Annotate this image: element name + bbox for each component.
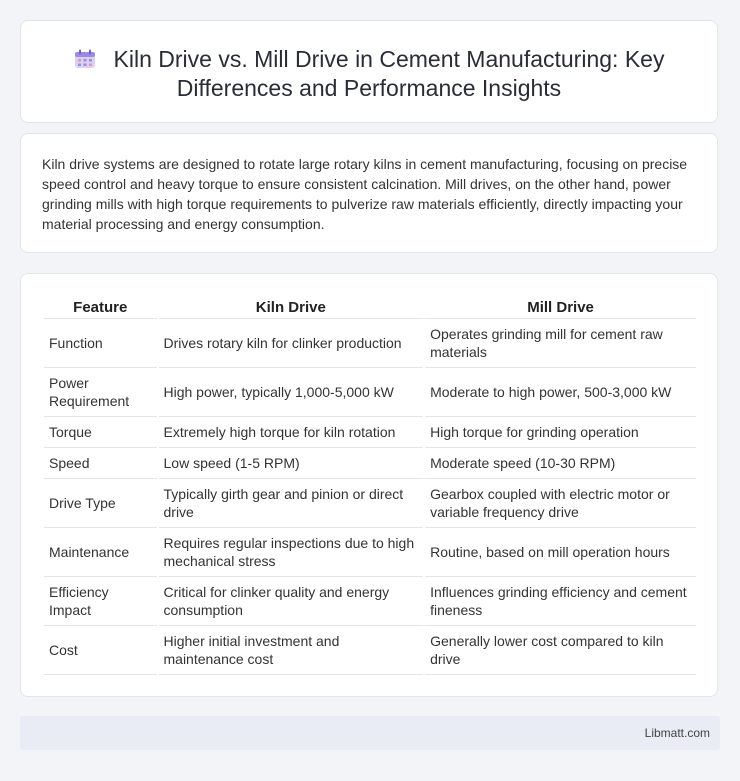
table-header-row: Feature Kiln Drive Mill Drive <box>44 296 696 319</box>
header-mill-drive: Mill Drive <box>425 296 696 319</box>
kiln-cell: Higher initial investment and maintenanc… <box>158 626 424 675</box>
mill-cell: Moderate speed (10-30 RPM) <box>425 448 696 479</box>
intro-paragraph: Kiln drive systems are designed to rotat… <box>42 156 688 232</box>
table-row: Speed Low speed (1-5 RPM) Moderate speed… <box>44 448 696 479</box>
mill-cell: Routine, based on mill operation hours <box>425 528 696 577</box>
mill-cell: Generally lower cost compared to kiln dr… <box>425 626 696 675</box>
mill-cell: Moderate to high power, 500-3,000 kW <box>425 368 696 417</box>
page-title-text: Kiln Drive vs. Mill Drive in Cement Manu… <box>113 46 665 101</box>
footer: Libmatt.com <box>20 716 720 750</box>
kiln-cell: Low speed (1-5 RPM) <box>158 448 424 479</box>
comparison-table: Feature Kiln Drive Mill Drive Function D… <box>42 296 698 675</box>
title-card: Kiln Drive vs. Mill Drive in Cement Manu… <box>20 20 718 123</box>
feature-cell: Efficiency Impact <box>44 577 157 626</box>
kiln-cell: Extremely high torque for kiln rotation <box>158 417 424 448</box>
kiln-cell: Drives rotary kiln for clinker productio… <box>158 319 424 368</box>
mill-cell: Influences grinding efficiency and cemen… <box>425 577 696 626</box>
table-row: Maintenance Requires regular inspections… <box>44 528 696 577</box>
feature-cell: Maintenance <box>44 528 157 577</box>
comparison-card: Feature Kiln Drive Mill Drive Function D… <box>20 273 718 697</box>
table-row: Function Drives rotary kiln for clinker … <box>44 319 696 368</box>
mill-cell: Operates grinding mill for cement raw ma… <box>425 319 696 368</box>
intro-card: Kiln drive systems are designed to rotat… <box>20 133 718 253</box>
feature-cell: Torque <box>44 417 157 448</box>
page-title: Kiln Drive vs. Mill Drive in Cement Manu… <box>61 45 677 103</box>
header-feature: Feature <box>44 296 157 319</box>
header-kiln-drive: Kiln Drive <box>158 296 424 319</box>
table-row: Cost Higher initial investment and maint… <box>44 626 696 675</box>
feature-cell: Function <box>44 319 157 368</box>
kiln-cell: Typically girth gear and pinion or direc… <box>158 479 424 528</box>
feature-cell: Speed <box>44 448 157 479</box>
mill-cell: High torque for grinding operation <box>425 417 696 448</box>
feature-cell: Power Requirement <box>44 368 157 417</box>
kiln-cell: Requires regular inspections due to high… <box>158 528 424 577</box>
calendar-icon <box>74 49 95 68</box>
table-row: Drive Type Typically girth gear and pini… <box>44 479 696 528</box>
kiln-cell: Critical for clinker quality and energy … <box>158 577 424 626</box>
feature-cell: Drive Type <box>44 479 157 528</box>
table-row: Torque Extremely high torque for kiln ro… <box>44 417 696 448</box>
feature-cell: Cost <box>44 626 157 675</box>
mill-cell: Gearbox coupled with electric motor or v… <box>425 479 696 528</box>
kiln-cell: High power, typically 1,000-5,000 kW <box>158 368 424 417</box>
table-row: Power Requirement High power, typically … <box>44 368 696 417</box>
table-row: Efficiency Impact Critical for clinker q… <box>44 577 696 626</box>
footer-brand-link[interactable]: Libmatt.com <box>645 726 710 740</box>
